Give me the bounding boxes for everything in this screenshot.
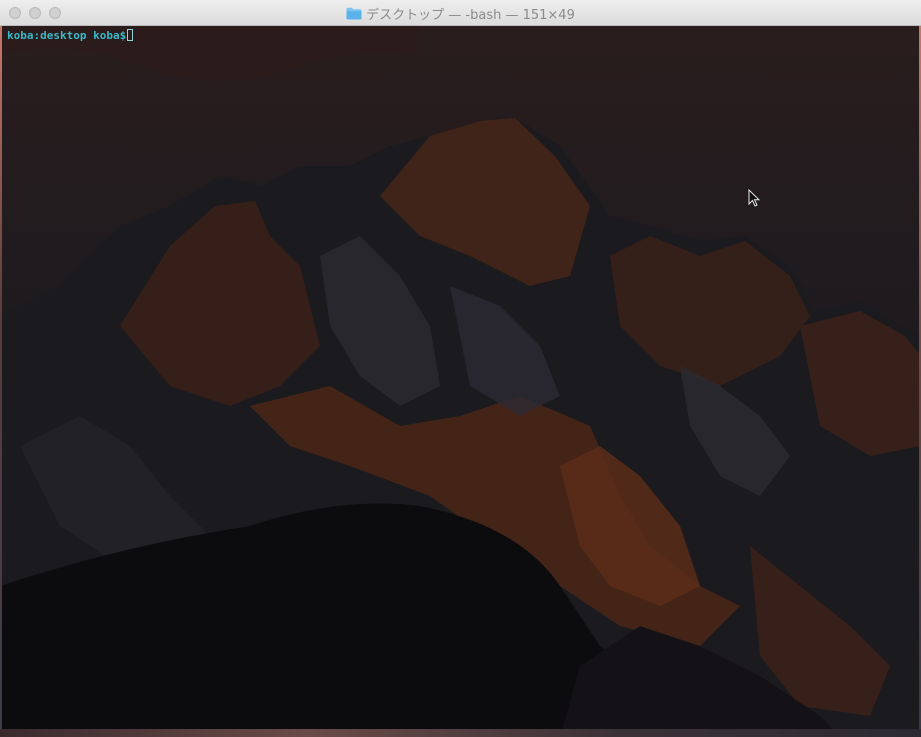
shell-prompt-line[interactable]: koba:desktop koba$ [7, 29, 134, 42]
window-title-wrap: デスクトップ — -bash — 151×49 [0, 0, 921, 26]
title-bar[interactable]: デスクトップ — -bash — 151×49 [0, 0, 921, 26]
shell-prompt: koba:desktop koba$ [7, 29, 127, 42]
desktop-bottom-strip [0, 729, 921, 737]
terminal-window: デスクトップ — -bash — 151×49 koba:desktop kob… [0, 0, 921, 737]
text-cursor [127, 29, 134, 41]
window-title: デスクトップ — -bash — 151×49 [366, 7, 575, 23]
folder-icon [346, 7, 362, 20]
terminal-content[interactable]: koba:desktop koba$ [0, 26, 921, 737]
mountain-wallpaper [0, 26, 921, 737]
mouse-pointer-icon [748, 188, 761, 212]
window-left-edge [0, 26, 2, 729]
